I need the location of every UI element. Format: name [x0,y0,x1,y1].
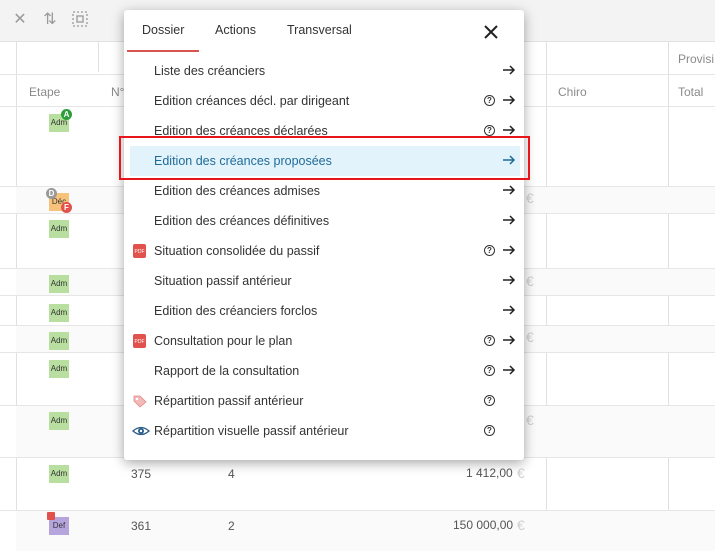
arrow-right-icon[interactable] [502,93,516,107]
help-icon[interactable]: ? [484,335,495,346]
menu-item-creances-decl-dirigeant[interactable]: Edition créances décl. par dirigeant? [124,86,524,116]
eye-icon [132,424,150,438]
badge-a: A [61,109,72,120]
arrow-right-icon[interactable] [502,303,516,317]
column-header-chiro[interactable]: Chiro [558,85,587,99]
menu-item-label: Situation passif antérieur [154,274,292,288]
menu-item-label: Répartition passif antérieur [154,394,304,408]
currency-symbol: € [526,273,534,289]
stage-tag: Adm [49,465,69,483]
column-group-provisi: Provisi [678,52,715,66]
menu-item-creances-admises[interactable]: Edition des créances admises [124,176,524,206]
close-icon[interactable]: ✕ [10,10,30,30]
cell-count: 4 [228,467,235,481]
badge-f: F [61,202,72,213]
column-header-total[interactable]: Total [678,85,703,99]
tab-dossier[interactable]: Dossier [142,23,184,37]
menu-item-consultation-plan[interactable]: Consultation pour le plan PDF? [124,326,524,356]
arrow-right-icon[interactable] [502,243,516,257]
arrow-right-icon[interactable] [502,363,516,377]
arrow-right-icon[interactable] [502,213,516,227]
highlight-annotation [119,136,530,180]
edition-menu: Dossier Actions Transversal Liste des cr… [124,10,524,460]
column-header-etape[interactable]: Etape [29,85,60,99]
svg-text:PDF: PDF [135,339,145,345]
arrow-right-icon[interactable] [502,333,516,347]
currency-symbol: € [526,412,534,428]
menu-item-label: Répartition visuelle passif antérieur [154,424,349,438]
help-icon[interactable]: ? [484,395,495,406]
menu-item-creances-definitives[interactable]: Edition des créances définitives [124,206,524,236]
menu-item-situation-passif-anterieur[interactable]: Situation passif antérieur [124,266,524,296]
menu-item-label: Edition des créances définitives [154,214,330,228]
currency-symbol: € [517,517,525,533]
arrow-right-icon[interactable] [502,123,516,137]
currency-symbol: € [517,465,525,481]
menu-item-label: Edition des créanciers forclos [154,304,318,318]
menu-item-label: Edition créances décl. par dirigeant [154,94,350,108]
menu-item-label: Situation consolidée du passif [154,244,320,258]
menu-tabs: Dossier Actions Transversal [124,10,524,53]
arrow-right-icon[interactable] [502,63,516,77]
menu-item-label: Liste des créanciers [154,64,266,78]
cell-amount: 1 412,00 [466,466,513,480]
select-area-icon[interactable] [70,10,90,30]
tag-icon [132,394,148,408]
stage-tag: Adm [49,275,69,293]
svg-text:PDF: PDF [135,249,145,255]
cell-num: 375 [131,467,152,481]
stage-tag: Adm [49,360,69,378]
help-icon[interactable]: ? [484,125,495,136]
menu-item-label: Consultation pour le plan [154,334,293,348]
cell-amount: 150 000,00 [453,518,514,532]
stage-tag: Adm [49,332,69,350]
arrow-right-icon[interactable] [502,273,516,287]
arrow-right-icon[interactable] [502,183,516,197]
help-icon[interactable]: ? [484,245,495,256]
menu-item-label: Edition des créances admises [154,184,321,198]
active-tab-indicator [127,50,199,52]
tab-actions[interactable]: Actions [215,23,256,37]
menu-item-repartition-passif-anterieur[interactable]: Répartition passif antérieur? [124,386,524,416]
cell-count: 2 [228,519,235,533]
currency-symbol: € [526,329,534,345]
help-icon[interactable]: ? [484,425,495,436]
tab-transversal[interactable]: Transversal [287,23,352,37]
badge-d: D [46,188,57,199]
column-header-num[interactable]: N° [111,85,124,99]
pdf-icon: PDF [132,244,148,258]
menu-item-repartition-visuelle-passif[interactable]: Répartition visuelle passif antérieur? [124,416,524,446]
currency-symbol: € [526,190,534,206]
help-icon[interactable]: ? [484,95,495,106]
help-icon[interactable]: ? [484,365,495,376]
stage-tag: Adm [49,412,69,430]
alert-marker [47,512,55,520]
cell-num: 361 [131,519,152,533]
stage-tag: Adm [49,304,69,322]
close-icon[interactable] [480,21,502,43]
menu-item-liste-creanciers[interactable]: Liste des créanciers [124,56,524,86]
menu-item-label: Rapport de la consultation [154,364,300,378]
sort-icon[interactable]: ⇅ [40,10,60,30]
menu-item-creanciers-forclos[interactable]: Edition des créanciers forclos [124,296,524,326]
pdf-icon: PDF [132,334,148,348]
stage-tag: Adm [49,220,69,238]
menu-item-rapport-consultation[interactable]: Rapport de la consultation? [124,356,524,386]
menu-item-situation-consolidee-passif[interactable]: Situation consolidée du passif PDF? [124,236,524,266]
